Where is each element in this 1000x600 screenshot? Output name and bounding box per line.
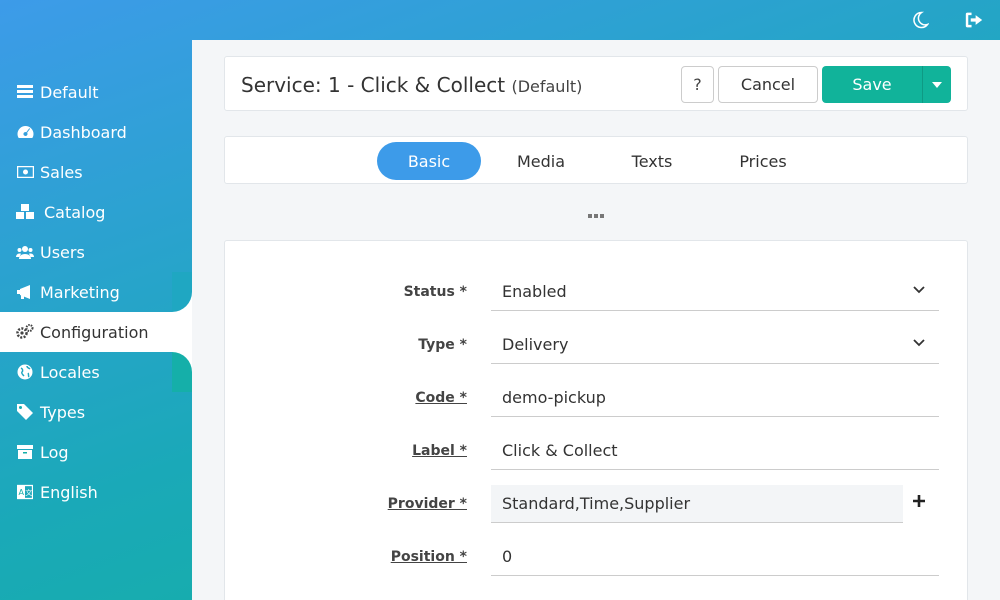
type-label: Type * bbox=[418, 337, 467, 353]
tab-texts[interactable]: Texts bbox=[606, 142, 698, 180]
add-provider-icon[interactable] bbox=[913, 495, 925, 507]
sidebar-item-locales[interactable]: Locales bbox=[0, 352, 192, 392]
position-label: Position * bbox=[390, 549, 467, 565]
position-field[interactable]: 0 bbox=[491, 538, 939, 576]
bullhorn-icon bbox=[16, 284, 34, 300]
page-title-text: Service: 1 - Click & Collect bbox=[241, 73, 506, 97]
chevron-down-icon bbox=[913, 286, 925, 294]
form-row-position: Position * 0 bbox=[225, 538, 969, 576]
label-field[interactable]: Click & Collect bbox=[491, 432, 939, 470]
sidebar: Default Dashboard Sales Catalog Users Ma… bbox=[0, 72, 192, 512]
sidebar-item-label: Marketing bbox=[40, 282, 120, 302]
tabs-bar: Basic Media Texts Prices bbox=[224, 136, 968, 184]
sidebar-item-label: Sales bbox=[40, 162, 83, 182]
form-row-type: Type * Delivery bbox=[225, 326, 969, 364]
globe-icon bbox=[16, 364, 34, 380]
sidebar-item-configuration[interactable]: Configuration bbox=[0, 312, 192, 352]
sidebar-item-default[interactable]: Default bbox=[0, 72, 192, 112]
sidebar-item-english[interactable]: A文 English bbox=[0, 472, 192, 512]
item-header: Service: 1 - Click & Collect (Default) ?… bbox=[224, 56, 968, 111]
sidebar-item-label: Configuration bbox=[40, 322, 149, 342]
type-select[interactable]: Delivery bbox=[491, 326, 939, 364]
basic-form: Status * Enabled Type * Delivery Code * … bbox=[224, 240, 968, 600]
cogs-icon bbox=[16, 324, 34, 340]
sidebar-curve-top bbox=[172, 272, 192, 312]
page-subtitle: (Default) bbox=[511, 77, 583, 96]
sidebar-item-label: Locales bbox=[40, 362, 100, 382]
status-label: Status * bbox=[403, 284, 467, 300]
users-icon bbox=[16, 244, 34, 260]
sidebar-item-label: Default bbox=[40, 82, 99, 102]
sidebar-item-log[interactable]: Log bbox=[0, 432, 192, 472]
page-title: Service: 1 - Click & Collect (Default) bbox=[241, 73, 582, 97]
chevron-down-icon bbox=[913, 339, 925, 347]
sidebar-item-dashboard[interactable]: Dashboard bbox=[0, 112, 192, 152]
sidebar-item-label: English bbox=[40, 482, 98, 502]
code-label: Code * bbox=[415, 390, 467, 406]
tab-basic[interactable]: Basic bbox=[377, 142, 481, 180]
svg-text:文: 文 bbox=[25, 488, 32, 497]
sidebar-curve-bottom bbox=[172, 352, 192, 392]
status-value: Enabled bbox=[502, 282, 567, 301]
sidebar-item-marketing[interactable]: Marketing bbox=[0, 272, 192, 312]
sign-out-icon[interactable] bbox=[962, 8, 986, 32]
sidebar-item-label: Catalog bbox=[44, 202, 106, 222]
help-button[interactable]: ? bbox=[681, 66, 714, 103]
tachometer-icon bbox=[16, 124, 34, 140]
label-label: Label * bbox=[412, 443, 467, 459]
cancel-button[interactable]: Cancel bbox=[718, 66, 818, 103]
save-dropdown-toggle[interactable] bbox=[922, 66, 951, 103]
code-field[interactable]: demo-pickup bbox=[491, 379, 939, 417]
sidebar-item-label: Dashboard bbox=[40, 122, 127, 142]
sidebar-item-users[interactable]: Users bbox=[0, 232, 192, 272]
form-row-label: Label * Click & Collect bbox=[225, 432, 969, 470]
language-icon: A文 bbox=[16, 484, 34, 500]
type-value: Delivery bbox=[502, 335, 569, 354]
sidebar-item-label: Log bbox=[40, 442, 69, 462]
tab-prices[interactable]: Prices bbox=[717, 142, 809, 180]
top-bar bbox=[0, 0, 1000, 40]
cubes-icon bbox=[16, 204, 34, 220]
sidebar-item-sales[interactable]: Sales bbox=[0, 152, 192, 192]
provider-label: Provider * bbox=[387, 496, 467, 512]
moon-icon[interactable] bbox=[908, 8, 932, 32]
form-row-code: Code * demo-pickup bbox=[225, 379, 969, 417]
save-button[interactable]: Save bbox=[822, 66, 922, 103]
sidebar-item-catalog[interactable]: Catalog bbox=[0, 192, 192, 232]
archive-icon bbox=[16, 444, 34, 460]
tab-media[interactable]: Media bbox=[495, 142, 587, 180]
sidebar-item-label: Types bbox=[40, 402, 86, 422]
sidebar-item-label: Users bbox=[40, 242, 85, 262]
form-row-status: Status * Enabled bbox=[225, 273, 969, 311]
money-bill-icon bbox=[16, 164, 34, 180]
caret-down-icon bbox=[932, 81, 942, 88]
server-icon bbox=[16, 84, 34, 100]
svg-text:A: A bbox=[18, 488, 24, 497]
more-options-icon[interactable] bbox=[588, 208, 604, 224]
sidebar-item-types[interactable]: Types bbox=[0, 392, 192, 432]
form-row-provider: Provider * Standard,Time,Supplier bbox=[225, 485, 969, 523]
provider-field[interactable]: Standard,Time,Supplier bbox=[491, 485, 903, 523]
tag-icon bbox=[16, 404, 34, 420]
status-select[interactable]: Enabled bbox=[491, 273, 939, 311]
